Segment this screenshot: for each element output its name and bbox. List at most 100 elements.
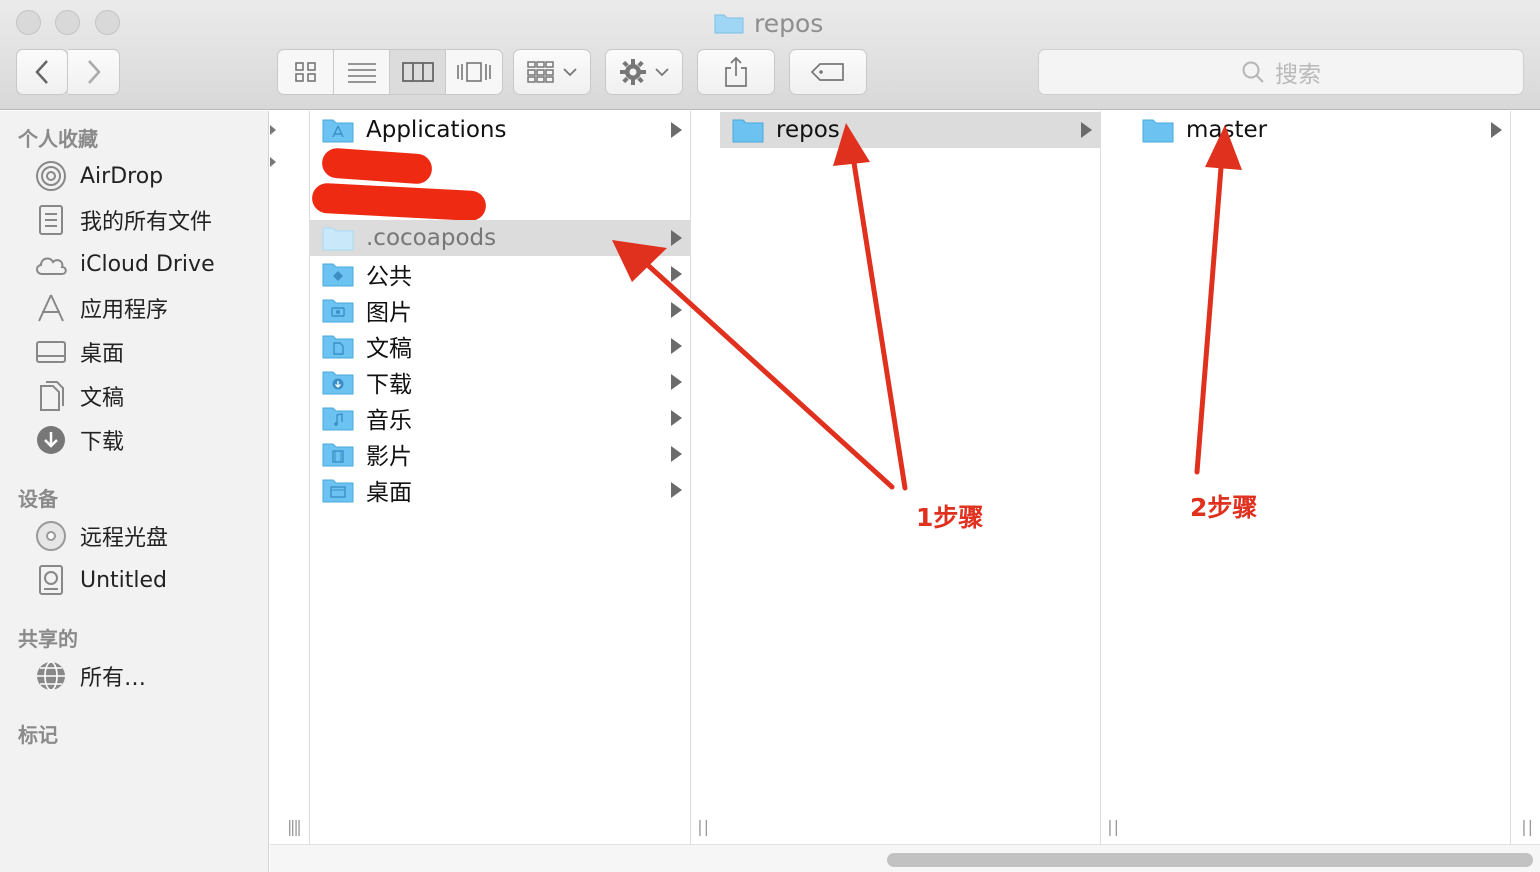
documents-folder-icon: [322, 335, 354, 359]
column-resize-handle[interactable]: ||: [1521, 817, 1534, 836]
sidebar-item-icloud-drive[interactable]: iCloud Drive: [34, 246, 215, 282]
sidebar-item-downloads[interactable]: 下载: [34, 422, 124, 458]
disclosure-arrow-icon: [671, 266, 682, 282]
list-icon: [347, 63, 376, 83]
sidebar-item-shared-all[interactable]: 所有…: [34, 658, 146, 694]
column-repos: master ||: [1130, 111, 1533, 844]
pictures-folder-icon: [322, 299, 354, 323]
sidebar-item-documents[interactable]: 文稿: [34, 378, 124, 414]
sidebar-item-applications[interactable]: 应用程序: [34, 290, 168, 326]
folder-icon: [732, 119, 764, 143]
column-cocoapods: repos ||: [720, 111, 1119, 844]
share-icon: [725, 56, 747, 87]
sidebar-item-label: 我的所有文件: [80, 210, 213, 235]
sidebar-item-airdrop[interactable]: AirDrop: [34, 158, 163, 194]
applications-icon: [34, 291, 68, 325]
disclosure-arrow-icon: [1081, 122, 1092, 138]
list-item-label: 图片: [366, 300, 412, 326]
disclosure-arrow-icon: [270, 157, 276, 167]
sidebar-item-label: 所有…: [80, 666, 147, 691]
redaction-mark: [321, 147, 433, 185]
sidebar-item-label: 远程光盘: [80, 526, 169, 551]
action-button[interactable]: [605, 49, 683, 95]
list-item-label: Applications: [366, 117, 507, 143]
icon-view-button[interactable]: [278, 50, 334, 94]
list-item-label: 下载: [366, 372, 412, 398]
window-title-text: repos: [754, 8, 824, 38]
forward-button[interactable]: [68, 49, 120, 95]
list-item-label: .cocoapods: [366, 225, 497, 251]
network-icon: [34, 659, 68, 693]
list-item-label: 文稿: [366, 336, 412, 362]
disclosure-arrow-icon: [671, 230, 682, 246]
horizontal-scrollbar-thumb[interactable]: [887, 853, 1533, 867]
movies-folder-icon: [322, 443, 354, 467]
sidebar-item-label: 文稿: [80, 386, 125, 411]
disclosure-arrow-icon: [671, 410, 682, 426]
list-item-music[interactable]: 音乐: [310, 400, 690, 436]
column-view-button[interactable]: [390, 50, 446, 94]
disclosure-arrow-icon: [270, 125, 276, 135]
list-item-downloads[interactable]: 下载: [310, 364, 690, 400]
column-resize-handle[interactable]: ||: [697, 817, 710, 836]
list-item-repos[interactable]: repos: [720, 112, 1100, 148]
chevron-left-icon: [35, 60, 48, 84]
sidebar-item-all-files[interactable]: 我的所有文件: [34, 202, 212, 238]
cloud-icon: [34, 247, 68, 281]
airdrop-icon: [34, 159, 68, 193]
list-item-label: 桌面: [366, 480, 412, 506]
close-window-button[interactable]: [16, 10, 41, 35]
search-field[interactable]: 搜索: [1038, 49, 1524, 95]
share-button[interactable]: [697, 49, 775, 95]
disclosure-arrow-icon: [671, 122, 682, 138]
grid-icon: [294, 62, 316, 82]
list-item-master[interactable]: master: [1130, 112, 1510, 148]
list-item-applications[interactable]: Applications: [310, 112, 690, 148]
back-button[interactable]: [16, 49, 68, 95]
sidebar-item-label: Untitled: [80, 567, 168, 593]
sidebar: 个人收藏 AirDrop 我的所有文件 iCloud Drive 应用程序 桌面…: [0, 111, 269, 872]
list-item-pictures[interactable]: 图片: [310, 292, 690, 328]
desktop-folder-icon: [322, 479, 354, 503]
column-resize-handle[interactable]: ||: [1107, 817, 1120, 836]
list-item-label: 影片: [366, 444, 412, 470]
arrange-grid-icon: [527, 61, 554, 83]
minimize-window-button[interactable]: [55, 10, 80, 35]
public-folder-icon: [322, 263, 354, 287]
tags-button[interactable]: [789, 49, 867, 95]
documents-icon: [34, 379, 68, 413]
annotation-step1: 1步骤: [916, 503, 984, 532]
cover-flow-view-button[interactable]: [446, 50, 502, 94]
sidebar-item-untitled[interactable]: Untitled: [34, 562, 167, 598]
list-item-cocoapods[interactable]: .cocoapods: [310, 220, 690, 256]
chevron-right-icon: [87, 60, 101, 84]
sidebar-heading-favorites: 个人收藏: [18, 127, 98, 151]
cover-flow-icon: [457, 62, 491, 82]
toolbar: repos 搜索: [0, 0, 1540, 110]
horizontal-scrollbar[interactable]: [270, 844, 1540, 872]
chevron-down-icon: [563, 68, 577, 77]
tag-icon: [810, 63, 844, 81]
previous-column-strip: ||: [270, 111, 310, 844]
gear-icon: [620, 59, 646, 85]
list-item-label: master: [1186, 117, 1268, 143]
disclosure-arrow-icon: [1491, 122, 1502, 138]
arrange-button[interactable]: [513, 49, 591, 95]
folder-icon: [322, 227, 354, 251]
list-item-desktop[interactable]: 桌面: [310, 472, 690, 508]
sidebar-item-desktop[interactable]: 桌面: [34, 334, 124, 370]
finder-window: repos 搜索 个人收藏 AirDrop 我的所有文件 iCloud Driv…: [0, 0, 1540, 872]
sidebar-item-label: 桌面: [80, 342, 125, 367]
sidebar-item-remote-disc[interactable]: 远程光盘: [34, 518, 168, 554]
redaction-mark: [311, 182, 487, 222]
list-item-documents[interactable]: 文稿: [310, 328, 690, 364]
disclosure-arrow-icon: [671, 338, 682, 354]
desktop-icon: [34, 335, 68, 369]
list-item-movies[interactable]: 影片: [310, 436, 690, 472]
applications-folder-icon: [322, 119, 354, 143]
list-item-public[interactable]: 公共: [310, 256, 690, 292]
folder-icon: [714, 14, 744, 34]
list-view-button[interactable]: [334, 50, 390, 94]
zoom-window-button[interactable]: [95, 10, 120, 35]
column-resize-handle[interactable]: ||: [290, 817, 303, 836]
